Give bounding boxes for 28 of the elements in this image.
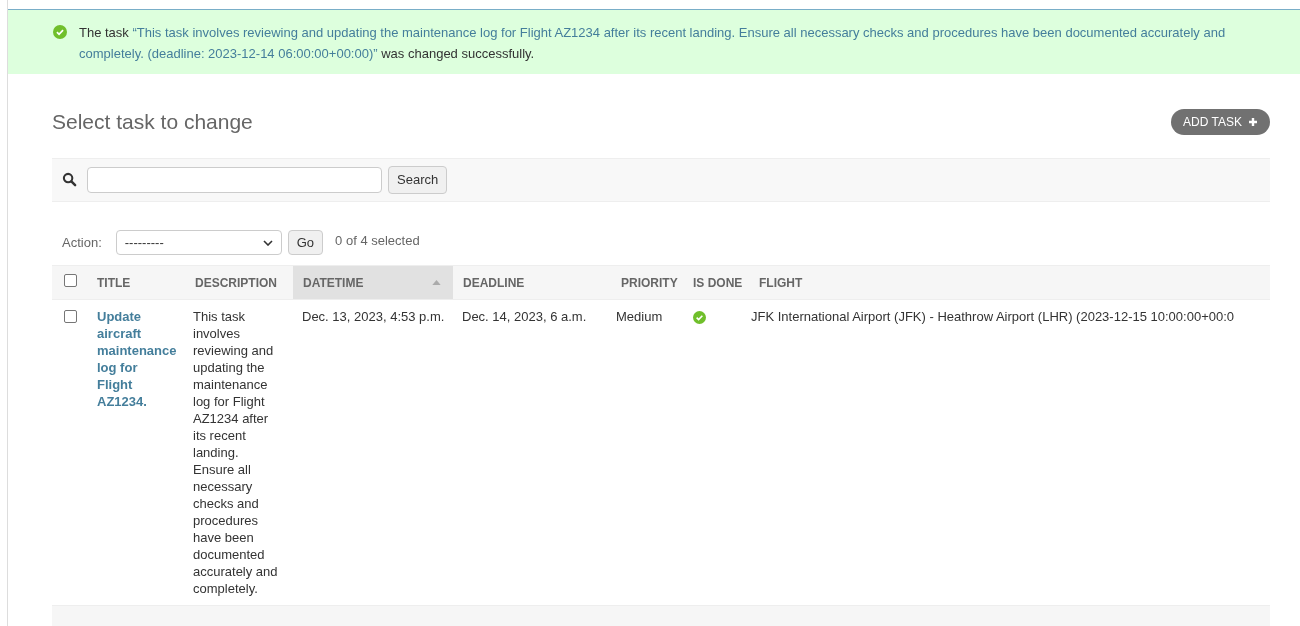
column-header[interactable]: DESCRIPTION	[185, 266, 293, 300]
action-label: Action:	[62, 233, 102, 252]
go-button[interactable]: Go	[287, 230, 324, 256]
search-icon	[62, 172, 77, 188]
description-cell: This task involves reviewing and updating the maintenance log for Flight AZ1234 after its recent landing. Ensure all necessary checks and procedures have been documented accurately and completely.	[193, 309, 278, 597]
add-task-button[interactable]: ADD TASK	[1171, 108, 1270, 135]
column-header[interactable]: IS DONE	[683, 266, 749, 300]
column-header[interactable]: FLIGHT	[749, 266, 1270, 300]
chevron-down-icon	[262, 239, 273, 246]
selection-counter: 0 of 4 selected	[335, 232, 420, 251]
search-button[interactable]: Search	[388, 165, 448, 194]
column-header[interactable]: PRIORITY	[611, 266, 683, 300]
sort-ascending-icon	[432, 280, 441, 286]
row-checkbox[interactable]	[64, 310, 77, 324]
datetime-cell: Dec. 13, 2023, 4:53 p.m.	[302, 309, 445, 325]
search-field[interactable]	[87, 166, 382, 193]
flight-cell: JFK International Airport (JFK) - Heathrow Airport (LHR) (2023-12-15 10:00:00+00:0	[751, 309, 1235, 325]
deadline-cell: Dec. 14, 2023, 6 a.m.	[462, 309, 587, 325]
success-message: The task “This task involves reviewing and updating the maintenance log for Flight AZ1234 after its recent landing. Ensure all necessary checks and procedures have been documented accurately and completely. (deadline: 2023-12-14 06:00:00+00:00)” was changed successfully.	[79, 24, 1227, 63]
plus-icon	[1248, 116, 1258, 127]
page-title: Select task to change	[52, 109, 253, 135]
action-select[interactable]: ---------	[115, 230, 282, 256]
row-checkbox[interactable]	[64, 274, 77, 288]
priority-cell: Medium	[616, 309, 663, 325]
column-header[interactable]: TITLE	[87, 266, 185, 300]
column-header[interactable]: DEADLINE	[453, 266, 611, 300]
check-circle-icon	[53, 25, 67, 39]
column-header[interactable]: DATETIME	[293, 266, 453, 300]
